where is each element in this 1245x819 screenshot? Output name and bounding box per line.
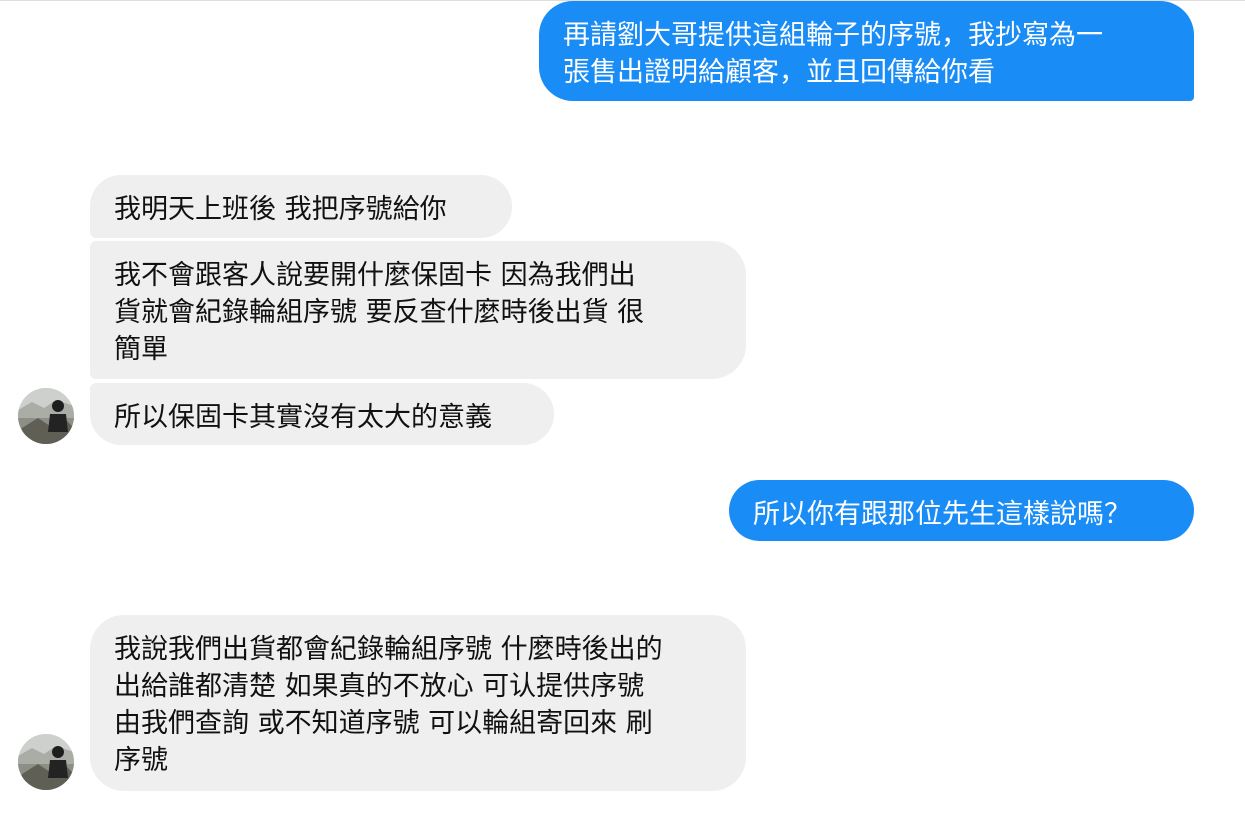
incoming-message-bubble[interactable]: 所以保固卡其實沒有太大的意義 [90,383,554,445]
incoming-message-bubble[interactable]: 我不會跟客人說要開什麼保固卡 因為我們出 貨就會紀錄輪組序號 要反查什麼時後出貨… [90,241,746,379]
user-avatar-photo-icon[interactable] [18,388,74,444]
outgoing-message-bubble[interactable]: 所以你有跟那位先生這樣說嗎？ [729,480,1194,541]
incoming-message-bubble[interactable]: 我明天上班後 我把序號給你 [90,175,512,238]
outgoing-message-bubble[interactable]: 再請劉大哥提供這組輪子的序號，我抄寫為一 張售出證明給顧客，並且回傳給你看 [539,1,1194,101]
user-avatar-photo-icon[interactable] [18,734,74,790]
incoming-message-bubble[interactable]: 我說我們出貨都會紀錄輪組序號 什麼時後出的 出給誰都清楚 如果真的不放心 可认提… [90,615,746,791]
